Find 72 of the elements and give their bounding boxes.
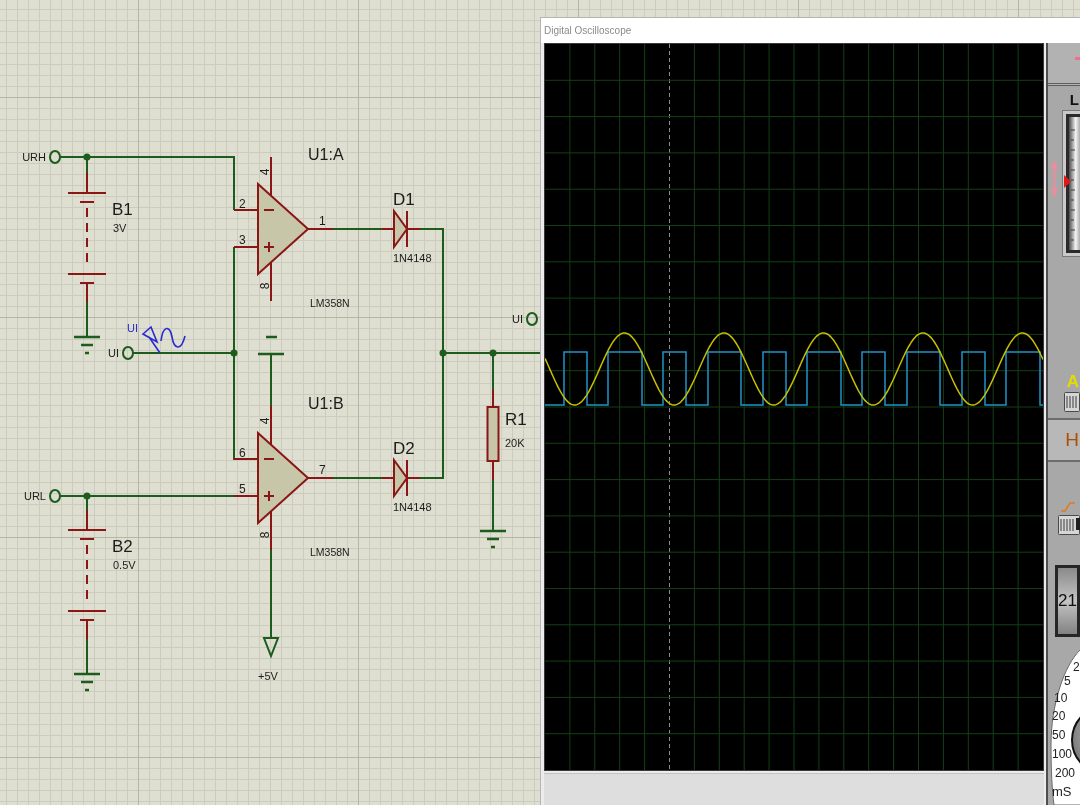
diode-ref: D2 (393, 439, 415, 458)
pin-number: 8 (258, 531, 272, 539)
junction-dot (489, 349, 497, 357)
diode-part: 1N4148 (393, 501, 432, 513)
grip-button[interactable] (1064, 392, 1080, 412)
resistor-ref: R1 (505, 410, 527, 429)
dial-label: 20 (1052, 710, 1066, 723)
scale-gauge[interactable] (1062, 110, 1080, 257)
battery-ref: B2 (112, 537, 133, 556)
terminal-label: URL (24, 490, 46, 502)
dial-label: 200 (1055, 767, 1076, 780)
terminal-label: URH (22, 151, 46, 163)
terminal-icon (526, 312, 538, 326)
ground-icon (72, 672, 102, 692)
diode-part: 1N4148 (393, 252, 432, 264)
junction-dot (230, 349, 238, 357)
generator-label: UI (127, 322, 138, 334)
wire (270, 353, 272, 407)
op-amp-ref: U1:B (308, 395, 344, 412)
wire (492, 479, 494, 532)
terminal-label: UI (108, 347, 119, 359)
terminal-label: UI (512, 313, 523, 325)
dial-label: 2 (1073, 661, 1080, 674)
diode-symbol (381, 456, 421, 500)
pin-number: 8 (258, 282, 272, 290)
pin-number: 5 (239, 482, 246, 496)
grip-button[interactable] (1058, 515, 1080, 535)
junction-dot (83, 492, 91, 500)
pin-number: 6 (239, 446, 246, 460)
op-amp-part: LM358N (310, 297, 350, 309)
dial-unit: mS (1052, 785, 1072, 799)
op-amp-ref: U1:A (308, 146, 344, 163)
junction-dot (83, 153, 91, 161)
pin-number: 2 (239, 197, 246, 211)
window-title: Digital Oscilloscope (544, 25, 632, 36)
dial-label: 100 (1052, 748, 1073, 761)
pin-number: 4 (258, 168, 272, 176)
battery-value: 0.5V (113, 559, 136, 571)
supply-label: +5V (258, 670, 278, 682)
power-terminal-icon (256, 335, 286, 356)
wire (332, 228, 383, 230)
display-value: 21 (1058, 592, 1077, 610)
resistor-value: 20K (505, 437, 525, 449)
trace-label: A (1066, 373, 1080, 391)
diode-symbol (381, 207, 421, 251)
pin-number: 7 (319, 463, 326, 477)
power-arrow-icon (262, 637, 280, 659)
diode-ref: D1 (393, 190, 415, 209)
ground-icon (72, 335, 102, 355)
dial-label: 5 (1064, 675, 1071, 688)
pin-number: 1 (319, 214, 326, 228)
terminal-icon (49, 150, 61, 164)
pin-number: 3 (239, 233, 246, 247)
pin-number: 4 (258, 417, 272, 425)
terminal-icon (49, 489, 61, 503)
op-amp-part: LM358N (310, 546, 350, 558)
wire (86, 638, 88, 675)
ground-icon (478, 529, 508, 549)
pointer-icon (1064, 175, 1071, 188)
battery-value: 3V (113, 222, 127, 234)
marker-icon (1075, 57, 1080, 60)
wire (86, 301, 88, 338)
section-label: H (1065, 430, 1080, 450)
wire (332, 477, 383, 479)
dial-label: 50 (1052, 729, 1066, 742)
battery-ref: B1 (112, 200, 133, 219)
sine-source-icon (142, 325, 186, 354)
rising-edge-icon (1061, 502, 1075, 512)
dial-label: 10 (1054, 692, 1068, 705)
terminal-icon (122, 346, 134, 360)
junction-dot (439, 349, 447, 357)
panel-label: L (1069, 92, 1080, 108)
